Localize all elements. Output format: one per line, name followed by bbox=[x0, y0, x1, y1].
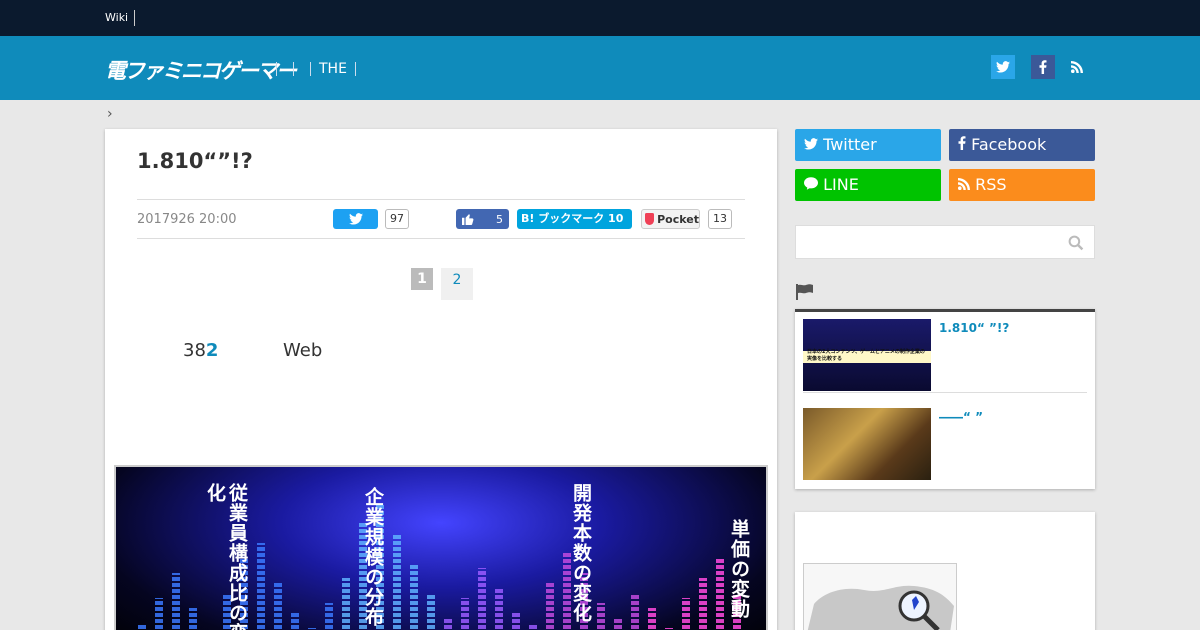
pagination: 1 2 bbox=[411, 268, 473, 300]
site-logo[interactable]: 電ファミニコゲーマー bbox=[105, 55, 297, 85]
widget-item-thumbnail[interactable] bbox=[803, 408, 931, 480]
equalizer-bar bbox=[614, 618, 622, 630]
equalizer-bar bbox=[682, 598, 690, 630]
pocket-count: 13 bbox=[708, 209, 732, 229]
equalizer-bar bbox=[342, 578, 350, 630]
search-icon[interactable] bbox=[1068, 235, 1084, 251]
hero-text-unit-price: 単価の変動 bbox=[728, 519, 750, 619]
article-title: 1.810“”!? bbox=[137, 149, 253, 173]
nav-item-the[interactable]: THE bbox=[319, 61, 347, 77]
equalizer-bar bbox=[699, 578, 707, 630]
facebook-like-button[interactable]: 5 bbox=[456, 209, 509, 229]
breadcrumb: › bbox=[107, 106, 113, 122]
equalizer-bar bbox=[291, 613, 299, 630]
widget-divider bbox=[803, 392, 1087, 393]
widget-item-thumbnail[interactable]: 日本の2大コンテンツ、ゲームとアニメの制作企業の実像を比較する bbox=[803, 319, 931, 391]
pocket-label: Pocket bbox=[657, 212, 699, 226]
search-box[interactable] bbox=[795, 225, 1095, 259]
page-link-2[interactable]: 2 bbox=[441, 268, 473, 300]
equalizer-bar bbox=[478, 568, 486, 630]
sidebar-line-label: LINE bbox=[823, 175, 859, 194]
widget-item-title[interactable]: 1.810“ ”!? bbox=[939, 319, 1079, 337]
widget-item[interactable]: 日本の2大コンテンツ、ゲームとアニメの制作企業の実像を比較する 1.810“ ”… bbox=[803, 319, 1087, 391]
flag-icon bbox=[796, 284, 813, 300]
nav-separator bbox=[276, 62, 277, 76]
site-header: 電ファミニコゲーマー THE bbox=[0, 36, 1200, 100]
sidebar-twitter-label: Twitter bbox=[823, 135, 877, 154]
lead-highlight: 2 bbox=[205, 340, 219, 361]
equalizer-bar bbox=[495, 588, 503, 630]
wiki-link[interactable]: Wiki bbox=[105, 10, 136, 26]
header-twitter-button[interactable] bbox=[991, 55, 1015, 79]
equalizer-bar bbox=[631, 593, 639, 630]
facebook-icon bbox=[1039, 60, 1047, 74]
equalizer-bar bbox=[172, 573, 180, 630]
ranking-widget: 日本の2大コンテンツ、ゲームとアニメの制作企業の実像を比較する 1.810“ ”… bbox=[795, 309, 1095, 489]
pocket-icon bbox=[645, 213, 655, 225]
sidebar-rss-label: RSS bbox=[975, 175, 1007, 194]
equalizer-bar bbox=[257, 543, 265, 630]
rss-icon bbox=[958, 178, 970, 190]
sidebar-twitter-button[interactable]: Twitter bbox=[795, 129, 941, 161]
lead-text: 382 bbox=[183, 340, 218, 361]
nav-separator bbox=[293, 62, 294, 76]
sidebar-rss-button[interactable]: RSS bbox=[949, 169, 1095, 201]
equalizer-bar bbox=[427, 593, 435, 630]
facebook-icon bbox=[958, 136, 966, 150]
map-illustration bbox=[807, 585, 954, 630]
top-bar: Wiki bbox=[0, 0, 1200, 36]
widget-item[interactable]: ――“ ” bbox=[803, 408, 1087, 480]
page-current: 1 bbox=[411, 268, 433, 290]
tweet-count: 97 bbox=[385, 209, 409, 229]
equalizer-bar bbox=[716, 558, 724, 630]
nav-separator bbox=[354, 62, 356, 76]
equalizer-bar bbox=[274, 583, 282, 630]
equalizer-bar bbox=[648, 608, 656, 630]
equalizer-bar bbox=[189, 608, 197, 630]
hero-text-company-scale: 企業規模の分布 bbox=[362, 487, 384, 627]
hero-text-employee: 従業員構成比の変化 bbox=[204, 483, 248, 630]
rss-icon bbox=[1071, 61, 1083, 73]
equalizer-bar bbox=[597, 603, 605, 630]
twitter-icon bbox=[348, 213, 363, 225]
equalizer-bar bbox=[155, 598, 163, 630]
article-meta: 2017926 20:00 97 5 B! ブックマーク 10 Pocket 1… bbox=[137, 199, 745, 239]
equalizer-bar bbox=[529, 623, 537, 630]
lead-text-web: Web bbox=[283, 340, 323, 361]
tweet-button[interactable] bbox=[333, 209, 378, 229]
header-rss-button[interactable] bbox=[1065, 55, 1089, 79]
equalizer-bar bbox=[461, 598, 469, 630]
hero-image: 従業員構成比の変化 企業規模の分布 開発本数の変化 単価の変動 bbox=[114, 465, 768, 630]
hatena-bookmark-button[interactable]: B! ブックマーク 10 bbox=[517, 209, 632, 229]
map-widget bbox=[795, 512, 1095, 630]
article-card: 1.810“”!? 2017926 20:00 97 5 B! ブックマーク 1… bbox=[105, 129, 777, 630]
sidebar-facebook-button[interactable]: Facebook bbox=[949, 129, 1095, 161]
chat-bubble-icon bbox=[804, 177, 818, 190]
equalizer-bar bbox=[444, 618, 452, 630]
global-nav: THE bbox=[268, 60, 364, 78]
nav-separator bbox=[310, 62, 311, 76]
twitter-icon bbox=[804, 138, 818, 150]
equalizer-bar bbox=[325, 603, 333, 630]
twitter-icon bbox=[996, 61, 1010, 73]
publish-date: 2017926 20:00 bbox=[137, 212, 237, 227]
sidebar-line-button[interactable]: LINE bbox=[795, 169, 941, 201]
sidebar-facebook-label: Facebook bbox=[971, 135, 1047, 154]
hero-text-dev-count: 開発本数の変化 bbox=[570, 483, 592, 623]
header-facebook-button[interactable] bbox=[1031, 55, 1055, 79]
thumbs-up-icon bbox=[462, 214, 474, 225]
equalizer-bar bbox=[410, 563, 418, 630]
thumbnail-caption: 日本の2大コンテンツ、ゲームとアニメの制作企業の実像を比較する bbox=[807, 349, 925, 362]
pocket-button[interactable]: Pocket bbox=[641, 209, 700, 229]
equalizer-bar bbox=[546, 583, 554, 630]
facebook-like-count: 5 bbox=[496, 212, 503, 226]
equalizer-bar bbox=[138, 623, 146, 630]
widget-item-title[interactable]: ――“ ” bbox=[939, 408, 1079, 426]
world-map-image[interactable] bbox=[803, 563, 957, 630]
equalizer-bar bbox=[393, 533, 401, 630]
lead-prefix: 38 bbox=[183, 340, 206, 361]
equalizer-bar bbox=[512, 613, 520, 630]
